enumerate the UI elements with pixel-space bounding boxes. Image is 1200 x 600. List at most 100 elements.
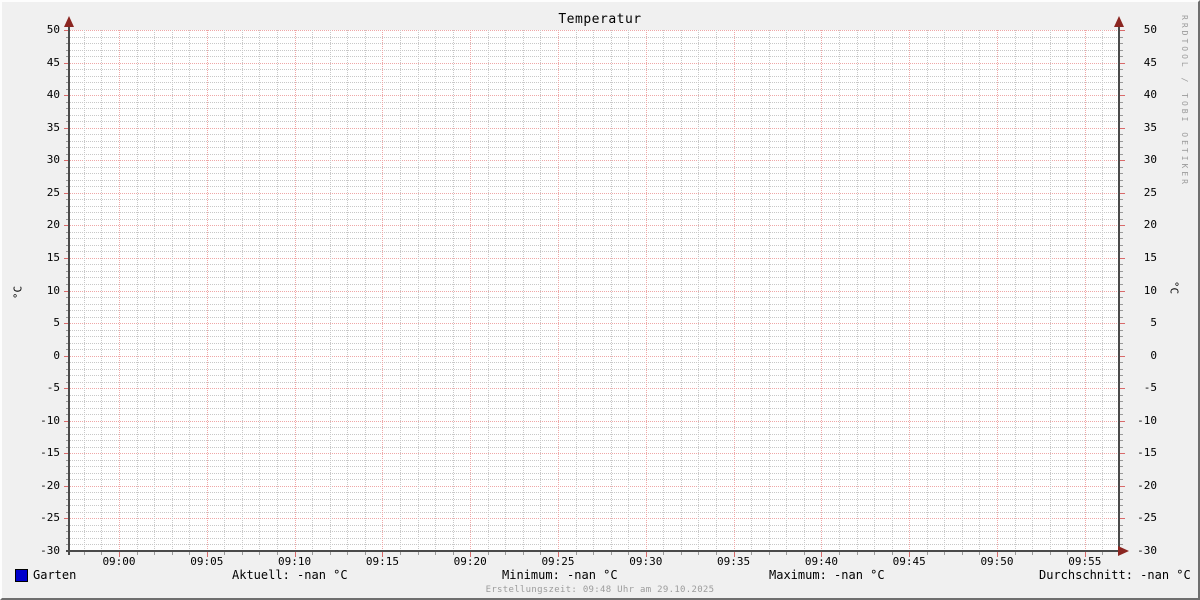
y-axis-unit-left: °C [11, 285, 25, 300]
y-minor-tick [1120, 414, 1123, 416]
x-minor-tick [944, 552, 946, 555]
x-minor-tick [417, 552, 419, 555]
y-tick-label-left: -10 [40, 413, 60, 427]
y-tick-label-right: 30 [1143, 153, 1157, 167]
minor-gridline-v [171, 30, 173, 551]
x-minor-tick [680, 552, 682, 555]
minor-gridline-v [751, 30, 753, 551]
y-minor-tick [1120, 121, 1123, 123]
minor-gridline-v [347, 30, 349, 551]
minor-gridline-v [452, 30, 454, 551]
minor-gridline-v [979, 30, 981, 551]
y-tick-label-left: -30 [40, 544, 60, 557]
x-tick-label: 09:50 [980, 555, 1014, 568]
stat-durchschnitt: Durchschnitt: -nan °C [1039, 568, 1191, 582]
y-minor-tick [1120, 349, 1123, 351]
y-tick-label-right: 35 [1143, 120, 1157, 134]
minor-gridline-v [101, 30, 103, 551]
rrdtool-temperature-graph: Temperatur 50 45 40 35 30 25 20 15 10 5 0 -5 -10 -15-… [0, 0, 1200, 600]
y-minor-tick [1120, 466, 1123, 468]
x-minor-tick [347, 552, 349, 555]
y-minor-tick [1120, 88, 1123, 90]
y-minor-tick [1120, 244, 1123, 246]
y-minor-tick [1120, 401, 1123, 403]
major-gridline-v [733, 30, 735, 551]
minor-gridline-v [399, 30, 401, 551]
minor-gridline-v [435, 30, 437, 551]
y-tick-label-right: 50 [1143, 23, 1157, 36]
minor-gridline-v [593, 30, 595, 551]
x-minor-tick [593, 552, 595, 555]
minor-gridline-v [241, 30, 243, 551]
y-axis-right-arrow-icon [1114, 16, 1124, 27]
minor-gridline-v [487, 30, 489, 551]
x-minor-tick [786, 552, 788, 555]
y-minor-tick [1120, 212, 1123, 214]
y-major-tick [1120, 192, 1125, 194]
minor-gridline-v [944, 30, 946, 551]
major-gridline-v [645, 30, 647, 551]
minor-gridline-v [1014, 30, 1016, 551]
x-minor-tick [224, 552, 226, 555]
y-tick-label-left: -15 [40, 446, 60, 460]
y-minor-tick [1120, 36, 1123, 38]
x-minor-tick [1014, 552, 1016, 555]
x-minor-tick [1049, 552, 1051, 555]
y-minor-tick [1120, 511, 1123, 513]
major-gridline-v [1084, 30, 1086, 551]
x-minor-tick [522, 552, 524, 555]
x-minor-tick [171, 552, 173, 555]
minor-gridline-v [1067, 30, 1069, 551]
y-minor-tick [1120, 56, 1123, 58]
y-minor-tick [1120, 381, 1123, 383]
minor-gridline-v [663, 30, 665, 551]
x-axis [66, 550, 1122, 552]
y-axis-right [1118, 24, 1120, 555]
x-minor-tick [874, 552, 876, 555]
stat-minimum: Minimum: -nan °C [502, 568, 618, 582]
y-minor-tick [1120, 134, 1123, 136]
y-major-tick [1120, 127, 1125, 129]
x-tick-label: 09:35 [717, 555, 751, 568]
stat-aktuell: Aktuell: -nan °C [232, 568, 348, 582]
y-major-tick [1120, 257, 1125, 259]
major-gridline-v [997, 30, 998, 551]
y-minor-tick [1120, 433, 1123, 435]
y-major-tick [1120, 453, 1125, 455]
minor-gridline-v [540, 30, 542, 551]
y-tick-label-left: 30 [46, 153, 60, 167]
minor-gridline-v [277, 30, 279, 551]
x-minor-tick [575, 552, 577, 555]
x-minor-tick [838, 552, 840, 555]
y-minor-tick [1120, 205, 1123, 207]
x-tick-label: 09:45 [892, 555, 926, 568]
x-minor-tick [1032, 552, 1034, 555]
minor-gridline-v [136, 30, 138, 551]
y-tick-label-left: 20 [46, 218, 60, 232]
y-major-tick [1120, 290, 1125, 292]
major-gridline-v [909, 30, 911, 551]
y-major-tick [1120, 420, 1125, 422]
y-minor-tick [1120, 173, 1123, 175]
major-gridline-v [382, 30, 384, 551]
minor-gridline-v [680, 30, 682, 551]
minor-gridline-v [628, 30, 630, 551]
x-tick-label: 09:00 [102, 555, 136, 568]
y-major-tick [1120, 355, 1125, 357]
x-minor-tick [487, 552, 489, 555]
x-minor-tick [610, 552, 612, 555]
minor-gridline-v [698, 30, 700, 551]
minor-gridline-v [575, 30, 577, 551]
x-tick-label: 09:05 [190, 555, 224, 568]
y-minor-tick [1120, 342, 1123, 344]
y-tick-label-left: 40 [46, 88, 60, 102]
x-minor-tick [241, 552, 243, 555]
y-minor-tick [1120, 218, 1123, 220]
y-minor-tick [1120, 407, 1123, 409]
x-minor-tick [329, 552, 331, 555]
y-minor-tick [1120, 362, 1123, 364]
y-minor-tick [1120, 43, 1123, 45]
stat-maximum: Maximum: -nan °C [769, 568, 885, 582]
legend-series-label: Garten [33, 568, 77, 582]
y-tick-label-right: -5 [1143, 381, 1157, 395]
